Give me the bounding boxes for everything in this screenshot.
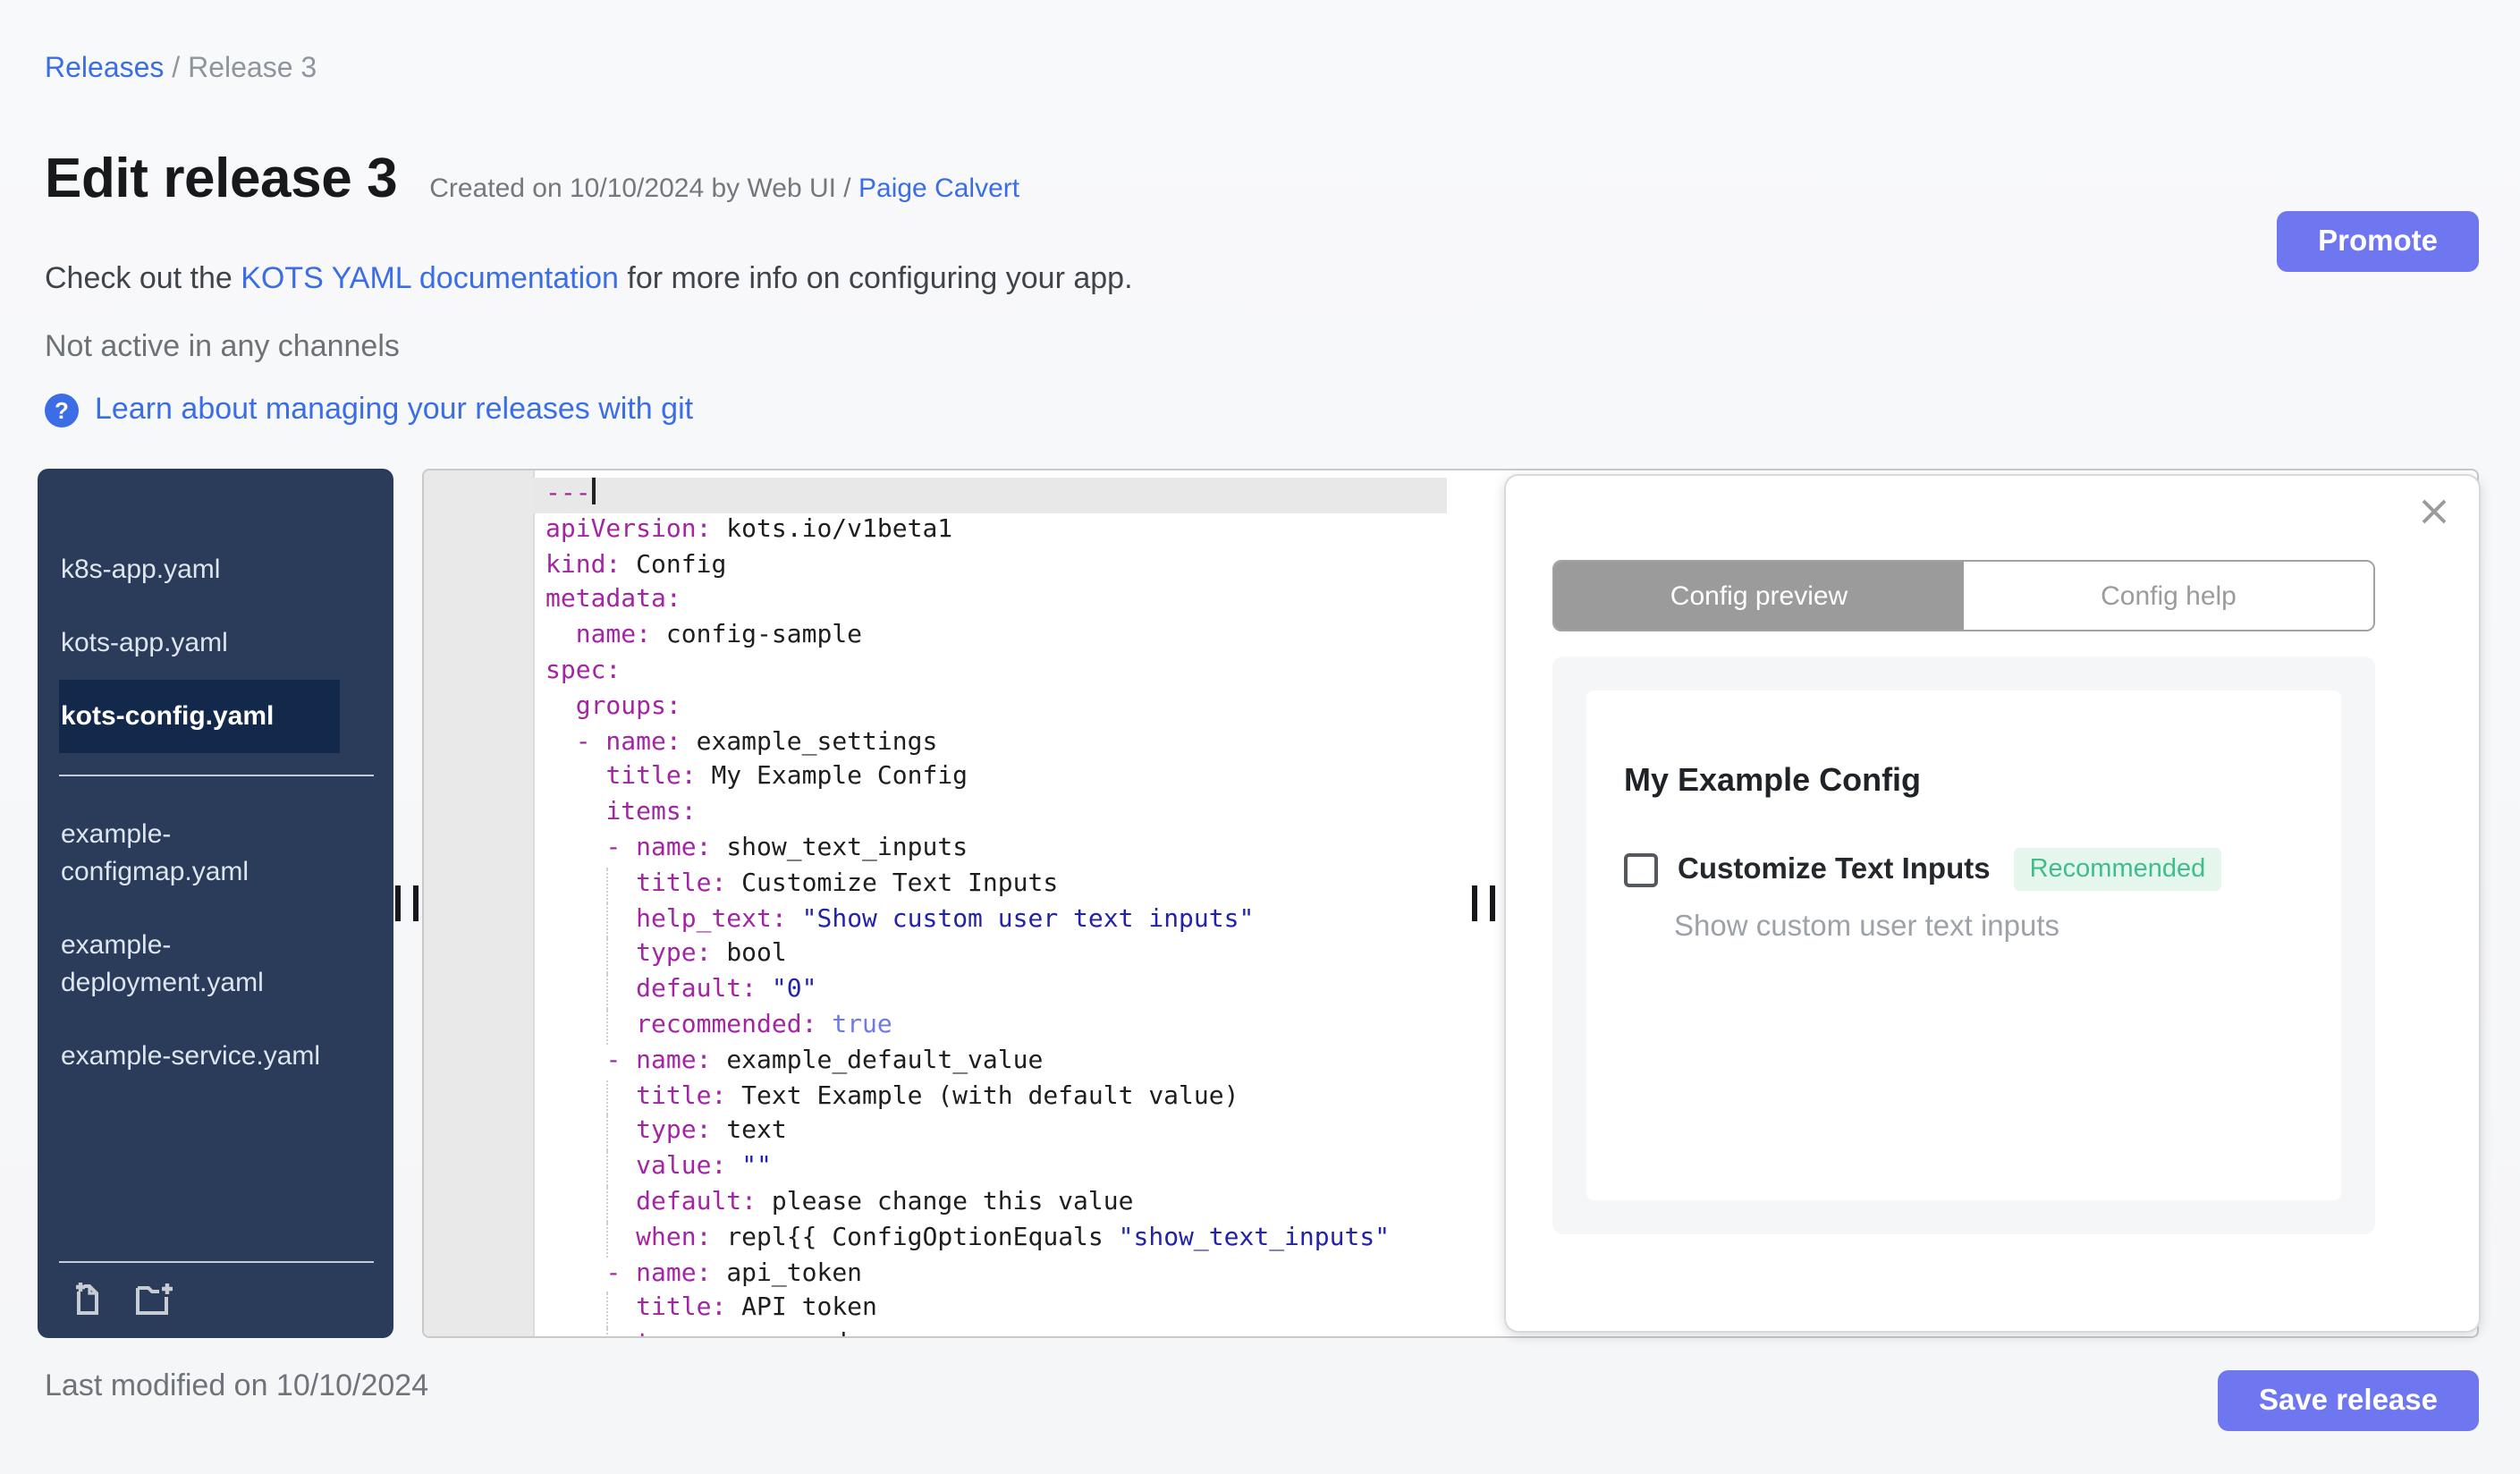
question-icon[interactable]: ?: [45, 393, 79, 427]
code-line[interactable]: 6▾spec:: [424, 655, 1447, 690]
preview-tab-toggle: Config preview Config help: [1552, 560, 2375, 631]
close-icon[interactable]: [2416, 494, 2452, 529]
code-line-text: - name: example_settings: [575, 727, 938, 757]
file-tree-footer: [59, 1261, 374, 1338]
config-group-title: My Example Config: [1624, 762, 1922, 798]
breadcrumb: Releases / Release 3: [45, 54, 317, 86]
code-line[interactable]: 25 type: password: [424, 1327, 1447, 1336]
code-line[interactable]: 13 help_text: "Show custom user text inp…: [424, 902, 1447, 938]
code-line-text: type: bool: [533, 937, 1447, 974]
code-line-text: - name: api_token: [605, 1258, 863, 1288]
recommended-badge: Recommended: [2013, 848, 2222, 891]
code-line[interactable]: 16 recommended: true: [424, 1008, 1447, 1045]
config-preview-panel: Config preview Config help My Example Con…: [1504, 474, 2481, 1333]
file-tree-sidebar: k8s-app.yaml kots-app.yaml kots-config.yam…: [38, 469, 393, 1338]
tab-config-preview[interactable]: Config preview: [1554, 562, 1964, 630]
author-link[interactable]: Paige Calvert: [858, 174, 1019, 204]
code-line-text: ---: [533, 478, 1447, 513]
preview-body: My Example Config Customize Text Inputs …: [1552, 657, 2375, 1234]
code-line[interactable]: 10 items:: [424, 796, 1447, 832]
sidebar-resize-handle[interactable]: [395, 885, 419, 921]
code-line-text: title: My Example Config: [605, 762, 968, 792]
new-file-icon[interactable]: [70, 1279, 106, 1317]
code-line-text: recommended: true: [533, 1008, 1447, 1045]
code-line[interactable]: 8▾ - name: example_settings: [424, 725, 1447, 761]
code-line-text: title: Text Example (with default value): [533, 1080, 1447, 1115]
code-line[interactable]: 19 type: text: [424, 1114, 1447, 1151]
code-line[interactable]: 18 title: Text Example (with default val…: [424, 1080, 1447, 1115]
config-item-label: Customize Text Inputs: [1678, 852, 1991, 885]
channel-status: Not active in any channels: [45, 329, 400, 363]
code-line[interactable]: 15 default: "0": [424, 973, 1447, 1009]
git-releases-link[interactable]: Learn about managing your releases with …: [95, 392, 693, 428]
file-list: k8s-app.yaml kots-app.yaml kots-config.yam…: [38, 469, 393, 1093]
code-line-text: title: Customize Text Inputs: [533, 867, 1447, 903]
sidebar-item-file[interactable]: kots-app.yaml: [59, 606, 340, 680]
code-line-text: - name: show_text_inputs: [605, 833, 968, 862]
last-modified-text: Last modified on 10/10/2024: [45, 1368, 429, 1402]
code-line[interactable]: 24 title: API token: [424, 1292, 1447, 1328]
config-item-help-text: Show custom user text inputs: [1674, 911, 2060, 943]
code-line-text: spec:: [545, 656, 622, 685]
code-line-text: title: API token: [533, 1292, 1447, 1328]
code-line[interactable]: 17▾ - name: example_default_value: [424, 1045, 1447, 1080]
code-line-text: name: config-sample: [575, 621, 863, 650]
code-line[interactable]: 3kind: Config: [424, 548, 1447, 584]
breadcrumb-separator: /: [164, 54, 189, 84]
config-item-checkbox[interactable]: [1624, 852, 1658, 886]
code-line-text: items:: [605, 798, 697, 827]
page-title: Edit release 3: [45, 147, 398, 209]
kots-docs-link[interactable]: KOTS YAML documentation: [241, 261, 619, 295]
code-line-text: groups:: [575, 691, 681, 721]
docs-line: Check out the KOTS YAML documentation fo…: [45, 261, 1133, 295]
promote-button[interactable]: Promote: [2277, 211, 2479, 272]
code-line[interactable]: 2apiVersion: kots.io/v1beta1: [424, 513, 1447, 549]
git-help-row: ? Learn about managing your releases wit…: [45, 392, 693, 428]
sidebar-item-file[interactable]: example-configmap.yaml: [59, 798, 340, 909]
code-line-text: - name: example_default_value: [605, 1046, 1044, 1075]
code-area[interactable]: 1---2apiVersion: kots.io/v1beta13kind: C…: [424, 470, 1447, 1336]
code-line-text: kind: Config: [545, 550, 727, 580]
code-line[interactable]: 20 value: "": [424, 1150, 1447, 1186]
config-item-row: Customize Text Inputs Recommended: [1624, 848, 2298, 891]
file-list-divider: [59, 775, 374, 776]
code-line-text: type: password: [533, 1327, 1447, 1336]
code-line-text: apiVersion: kots.io/v1beta1: [545, 514, 953, 544]
breadcrumb-releases-link[interactable]: Releases: [45, 54, 164, 84]
code-line[interactable]: 14 type: bool: [424, 937, 1447, 974]
code-line[interactable]: 21 default: please change this value: [424, 1185, 1447, 1222]
config-card: My Example Config Customize Text Inputs …: [1586, 690, 2341, 1200]
code-line-text: help_text: "Show custom user text inputs…: [533, 902, 1447, 938]
breadcrumb-current: Release 3: [188, 54, 317, 84]
title-row: Edit release 3 Created on 10/10/2024 by …: [45, 147, 1019, 211]
new-folder-icon[interactable]: [134, 1279, 177, 1317]
sidebar-item-file[interactable]: example-deployment.yaml: [59, 909, 340, 1020]
line-number-gutter: [424, 470, 535, 1336]
code-line-text: type: text: [533, 1114, 1447, 1151]
sidebar-item-file[interactable]: kots-config.yaml: [59, 680, 340, 753]
created-meta: Created on 10/10/2024 by Web UI / Paige …: [429, 174, 1020, 204]
code-line[interactable]: 12 title: Customize Text Inputs: [424, 867, 1447, 903]
code-line[interactable]: 4▾metadata:: [424, 584, 1447, 620]
code-line[interactable]: 23▾ - name: api_token: [424, 1257, 1447, 1292]
code-line-text: default: "0": [533, 973, 1447, 1009]
preview-resize-handle[interactable]: [1472, 885, 1495, 921]
code-line[interactable]: 9 title: My Example Config: [424, 761, 1447, 797]
code-line-text: when: repl{{ ConfigOptionEquals "show_te…: [533, 1221, 1447, 1257]
save-release-button[interactable]: Save release: [2217, 1370, 2479, 1431]
code-line[interactable]: 7 groups:: [424, 690, 1447, 726]
code-line-text: value: "": [533, 1150, 1447, 1186]
code-line[interactable]: 1---: [424, 478, 1447, 513]
code-line[interactable]: 5 name: config-sample: [424, 619, 1447, 655]
text-cursor: [592, 478, 596, 504]
workspace: k8s-app.yaml kots-app.yaml kots-config.yam…: [38, 469, 2481, 1338]
sidebar-item-file[interactable]: k8s-app.yaml: [59, 533, 340, 606]
sidebar-item-file[interactable]: example-service.yaml: [59, 1020, 340, 1093]
code-line-text: default: please change this value: [533, 1185, 1447, 1222]
page: Releases / Release 3 Edit release 3 Crea…: [0, 0, 2520, 1474]
code-line[interactable]: 22 when: repl{{ ConfigOptionEquals "show…: [424, 1221, 1447, 1257]
tab-config-help[interactable]: Config help: [1964, 562, 2373, 630]
code-line[interactable]: 11▾ - name: show_text_inputs: [424, 832, 1447, 868]
code-line-text: metadata:: [545, 585, 681, 614]
